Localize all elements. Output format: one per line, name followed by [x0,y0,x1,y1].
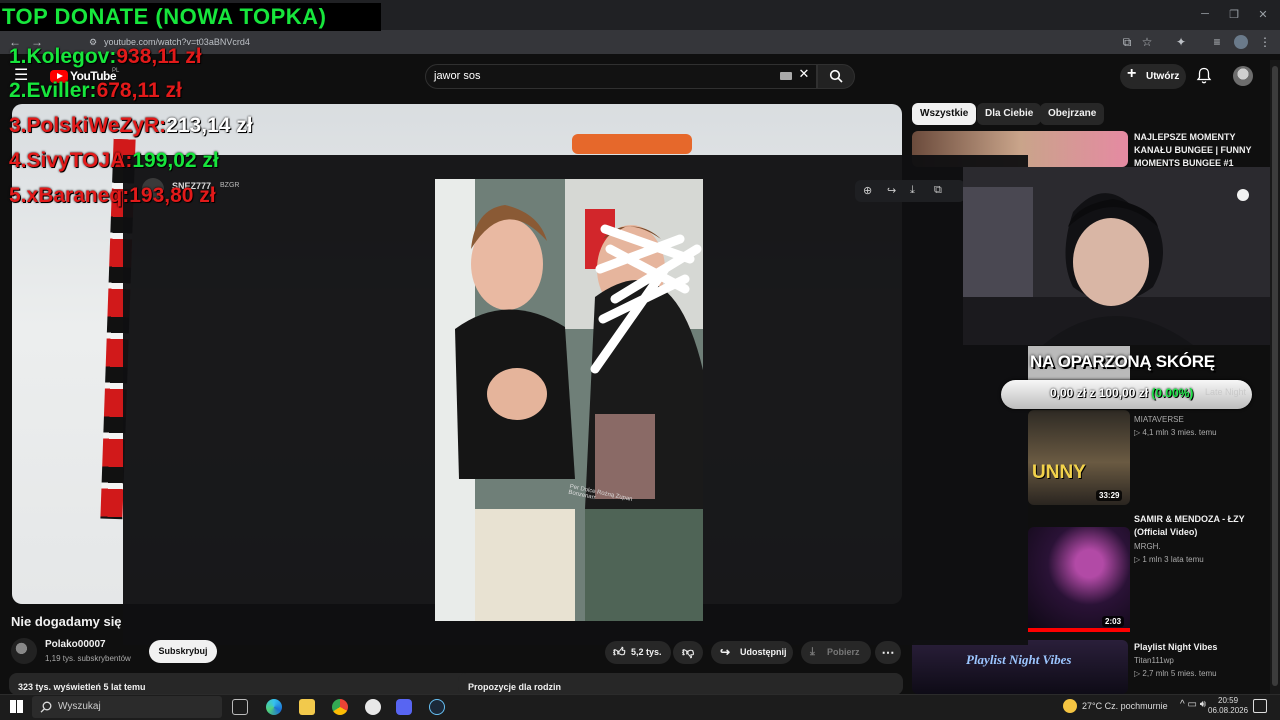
close-window-icon[interactable]: ✕ [1256,8,1270,22]
donation-goal-ghost-text: Late Night [1205,387,1247,397]
steam-icon[interactable] [429,699,445,715]
streamer-webcam [963,167,1280,345]
sidebar-title-1[interactable]: NAJLEPSZE MOMENTY KANAŁU BUNGEE | FUNNY … [1134,131,1269,170]
more-actions-icon[interactable]: ⋯ [875,641,901,664]
thumbs-down-icon: 👎︎ [682,645,695,659]
donation-goal-text: 0,00 zł z 100,00 zł (0.00%) [1050,386,1194,400]
discord-icon[interactable] [396,699,412,715]
weather-text[interactable]: 27°C Cz. pochmurnie [1082,701,1168,711]
channel-avatar[interactable] [11,638,37,664]
file-explorer-icon[interactable] [299,699,315,715]
sidebar-channel-4[interactable]: Titan111wp [1134,655,1174,667]
sidebar-thumbnail-2-text: UNNY [1032,462,1086,483]
bookmark-star-icon[interactable]: ☆ [1140,35,1154,49]
search-input[interactable] [425,64,817,89]
search-input-value: jawor sos [434,70,481,82]
minimize-icon[interactable]: ─ [1198,8,1212,22]
donation-goal-title: NA OPARZONĄ SKÓRĘ [1030,352,1215,371]
sidebar-title-4[interactable]: Playlist Night Vibes [1134,641,1264,654]
profile-avatar[interactable] [1234,35,1248,49]
forward-share-icon[interactable]: ↪ [887,184,896,197]
windows-start-icon[interactable] [10,700,23,713]
photo-scene [435,179,703,621]
donate-row: 4.SivyTOJA:199,02 zł [9,149,219,172]
taskbar-search-placeholder: Wyszukaj [58,701,101,712]
account-avatar[interactable] [1233,66,1253,86]
like-button[interactable]: 👍︎ 5,2 tys. [605,641,671,664]
share-label: Udostępnij [740,647,787,657]
install-icon[interactable]: ⧉ [1120,35,1134,49]
bell-icon[interactable] [1196,67,1212,85]
sidebar-meta-4: ▷ 2,7 mln 5 mies. temu [1134,669,1217,678]
video-title: Nie dogadamy się [11,614,122,629]
open-external-icon[interactable]: ⧉ [934,184,942,197]
tray-icons[interactable]: ^ ▭ 🔊︎ [1180,699,1206,710]
donate-row: 1.Kolegov:938,11 zł [9,45,202,68]
weather-icon[interactable] [1063,699,1077,713]
notification-icon[interactable] [1253,699,1267,713]
chip-all[interactable]: Wszystkie [912,103,977,125]
sidebar-channel-2[interactable]: MIATAVERSE [1134,414,1184,426]
taskbar-search-icon [40,701,52,713]
dislike-button[interactable]: 👎︎ [673,641,703,664]
sidebar-title-3[interactable]: SAMIR & MENDOZA - ŁZY (Official Video) [1134,513,1264,539]
plus-icon: + [1127,65,1137,82]
clock-date: 06.08.2026 [1208,706,1249,715]
clear-search-icon[interactable]: ✕ [797,67,811,81]
family-suggestions-label: Propozycje dla rodzin [468,682,562,692]
subscriber-count: 1,19 tys. subskrybentów [45,654,131,663]
donate-row: 2.Eviller:678,11 zł [9,79,182,102]
extensions-icon[interactable]: ✦ [1174,35,1188,49]
chip-watched[interactable]: Obejrzane [1040,103,1105,125]
sidebar-meta-3: ▷ 1 mln 3 lata temu [1134,555,1204,564]
sidebar-meta-2: ▷ 4,1 mln 3 mies. temu [1134,428,1217,437]
chip-for-you[interactable]: Dla Ciebie [977,103,1042,125]
search-icon [829,69,843,83]
media-control-icon[interactable]: ≡ [1210,35,1224,49]
keyboard-icon[interactable] [780,72,792,80]
scrollbar-thumb[interactable] [1272,66,1278,686]
modal-user-badge: BZGR [220,182,240,189]
download-icon[interactable]: ⤓ [910,184,915,197]
channel-name[interactable]: Polako00007 [45,639,106,650]
image-toolbar: ⊕ ↪ ⤓ ⧉ [855,180,965,202]
chrome-icon[interactable] [332,699,348,715]
subscribe-button[interactable]: Subskrybuj [149,640,217,663]
like-count: 5,2 tys. [631,647,662,657]
obs-icon[interactable] [365,699,381,715]
donate-row: 3.PolskiWeZyR:213,14 zł [9,114,253,137]
watch-progress-bar [1028,628,1130,632]
video-frame-shelf [572,134,692,154]
clock-time: 20:59 [1218,696,1239,705]
donate-leaderboard-title: TOP DONATE (NOWA TOPKA) [0,3,381,31]
thumbs-up-icon: 👍︎ [613,645,626,659]
download-label: Pobierz [827,647,860,657]
donate-row: 5.xBaraneq:193,80 zł [9,184,216,207]
maximize-icon[interactable]: ❐ [1227,8,1241,22]
edge-icon[interactable] [266,699,282,715]
task-view-icon[interactable] [232,699,248,715]
download-arrow-icon: ⤓ [810,646,815,658]
browser-menu-icon[interactable]: ⋮ [1258,35,1272,49]
webcam-scene [963,167,1280,345]
sidebar-thumbnail-4-text: Playlist Night Vibes [966,652,1072,667]
sidebar-thumbnail-4[interactable]: Playlist Night Vibes [912,640,1128,694]
sidebar-channel-3[interactable]: MRGH. [1134,541,1161,553]
view-count: 323 tys. wyświetleń 5 lat temu [18,682,146,692]
download-button[interactable]: ⤓ Pobierz [801,641,871,664]
shared-photo[interactable] [435,179,703,621]
zoom-icon[interactable]: ⊕ [863,184,872,197]
clock[interactable]: 20:59 06.08.2026 [1208,696,1248,716]
share-button[interactable]: ↪ Udostępnij [711,641,793,664]
share-icon: ↪ [720,645,731,659]
duration-badge: 2:03 [1102,616,1125,627]
duration-badge: 33:29 [1096,490,1123,501]
